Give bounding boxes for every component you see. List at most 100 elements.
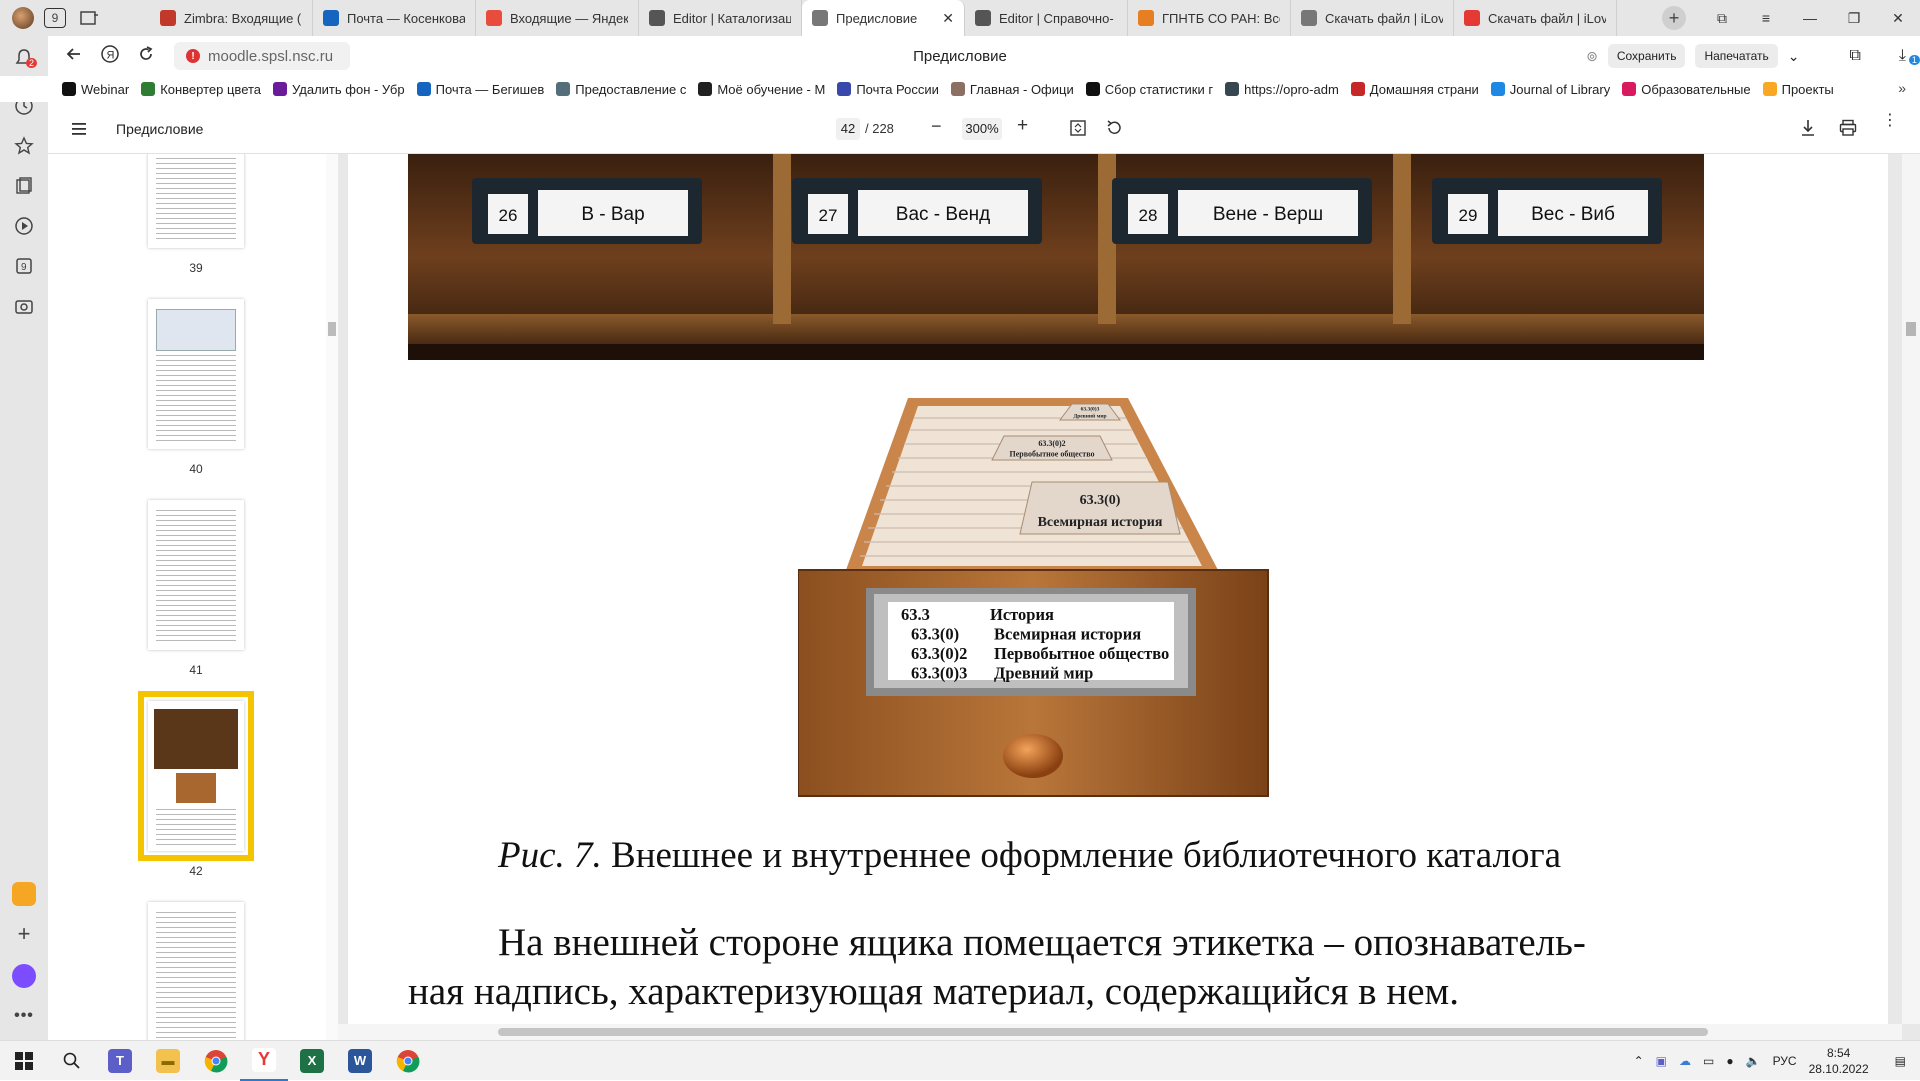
thumbnail-page-number: 42	[189, 864, 203, 878]
bookmark-item[interactable]: Journal of Library	[1490, 82, 1610, 97]
teams-tray-icon[interactable]: ▣	[1656, 1054, 1667, 1068]
page-number-input[interactable]: 42	[836, 118, 860, 140]
browser-tab[interactable]: Скачать файл | iLov	[1454, 0, 1617, 36]
bookmark-item[interactable]: Сбор статистики г	[1085, 82, 1213, 97]
profile-avatar[interactable]	[12, 7, 34, 29]
tab-manager-icon[interactable]: ⧉	[1700, 10, 1744, 27]
zoom-level[interactable]: 300%	[962, 118, 1002, 140]
network-icon[interactable]: ▭	[1703, 1054, 1714, 1068]
thumbnail-text-line	[156, 213, 236, 214]
zoom-in-icon[interactable]: +	[1017, 115, 1028, 137]
microphone-icon[interactable]: ●	[1726, 1054, 1733, 1068]
browser-tab[interactable]: Скачать файл | iLov	[1291, 0, 1454, 36]
windows-start-icon[interactable]	[0, 1041, 48, 1081]
browser-tab[interactable]: Zimbra: Входящие (	[150, 0, 313, 36]
bookmark-item[interactable]: Образовательные	[1622, 82, 1751, 97]
bookmark-item[interactable]: Главная - Офици	[950, 81, 1074, 97]
notifications-badge: 2	[26, 58, 38, 68]
thumbnail-text-line	[156, 625, 236, 626]
thumbnail-scrollbar[interactable]	[326, 154, 338, 1040]
word-icon[interactable]: W	[336, 1041, 384, 1081]
bookmark-item[interactable]: Предоставление с	[556, 82, 686, 97]
print-icon[interactable]	[1839, 119, 1857, 140]
new-tab-button[interactable]: +	[1662, 6, 1686, 30]
bookmark-item[interactable]: Проекты	[1762, 82, 1834, 97]
windows-taskbar: T ▬ Y X W ⌃ ▣ ☁ ▭ ● 🔈 РУС 8:54 28.10.202…	[0, 1040, 1920, 1081]
browser-tab[interactable]: Editor | Каталогизац	[639, 0, 802, 36]
rotate-icon[interactable]	[1106, 119, 1123, 139]
page-thumbnail[interactable]	[148, 500, 244, 650]
alice-assistant-icon[interactable]	[12, 964, 36, 988]
bookmark-label: Главная - Офици	[969, 81, 1074, 97]
close-tab-icon[interactable]: ✕	[942, 10, 954, 27]
teams-icon[interactable]: T	[96, 1041, 144, 1081]
tabs-sidebar-icon[interactable]: 9	[12, 254, 36, 278]
favorites-icon[interactable]	[12, 134, 36, 158]
close-window-button[interactable]: ✕	[1876, 10, 1920, 27]
url-field[interactable]: ! moodle.spsl.nsc.ru	[174, 42, 350, 70]
document-scrollbar-thumb[interactable]	[1906, 322, 1916, 336]
clock[interactable]: 8:54 28.10.2022	[1809, 1045, 1869, 1077]
menu-icon[interactable]: ≡	[1744, 10, 1788, 26]
bookmark-item[interactable]: Почта — Бегишев	[416, 82, 544, 97]
translate-icon[interactable]: ⊚	[1586, 48, 1598, 65]
reload-icon[interactable]	[128, 45, 164, 68]
page-thumbnail[interactable]	[148, 299, 244, 449]
notifications-icon[interactable]: 2	[12, 46, 38, 70]
bookmark-item[interactable]: Удалить фон - Убр	[273, 82, 405, 97]
tab-count-icon[interactable]: 9	[44, 8, 66, 28]
notification-center-icon[interactable]: ▤	[1895, 1054, 1906, 1068]
downloads-icon[interactable]: ⤓ 1	[1899, 47, 1920, 65]
collections-icon[interactable]	[76, 6, 102, 30]
screenshot-icon[interactable]	[12, 294, 36, 318]
chevron-up-icon[interactable]: ⌃	[1634, 1054, 1644, 1068]
excel-icon[interactable]: X	[288, 1041, 336, 1081]
browser-tab[interactable]: Editor | Справочно-	[965, 0, 1128, 36]
fit-page-icon[interactable]	[1070, 120, 1086, 139]
add-app-icon[interactable]: +	[12, 921, 36, 946]
more-options-icon[interactable]: ⋮	[1882, 113, 1898, 129]
save-button[interactable]: Сохранить	[1607, 44, 1686, 68]
extensions-icon[interactable]: ⧉	[1849, 47, 1860, 65]
chrome-icon[interactable]	[192, 1041, 240, 1081]
yandex-browser-icon[interactable]: Y	[240, 1041, 288, 1081]
volume-icon[interactable]: 🔈	[1746, 1054, 1761, 1068]
file-explorer-icon[interactable]: ▬	[144, 1041, 192, 1081]
page-thumbnail[interactable]	[148, 154, 244, 248]
bookmark-item[interactable]: Почта России	[837, 82, 939, 97]
browser-tab[interactable]: Входящие — Яндекс	[476, 0, 639, 36]
document-vertical-scrollbar[interactable]	[1902, 154, 1920, 1024]
browser-tab[interactable]: ГПНТБ СО РАН: Все	[1128, 0, 1291, 36]
print-button[interactable]: Напечатать	[1695, 44, 1778, 68]
bookmarks-overflow-icon[interactable]: »	[1898, 80, 1906, 96]
zoom-out-icon[interactable]: −	[931, 116, 942, 137]
language-indicator[interactable]: РУС	[1773, 1054, 1797, 1068]
bookmark-item[interactable]: Webinar	[62, 82, 129, 97]
insecure-warning-icon[interactable]: !	[186, 49, 200, 63]
page-thumbnail[interactable]	[138, 691, 254, 861]
search-icon[interactable]	[48, 1041, 96, 1081]
collections-sidebar-icon[interactable]	[12, 174, 36, 198]
bookmark-item[interactable]: Домашняя страни	[1350, 82, 1479, 97]
download-pdf-icon[interactable]	[1800, 119, 1816, 140]
back-icon[interactable]	[56, 45, 92, 68]
cloud-tray-icon[interactable]: ☁	[1679, 1054, 1691, 1068]
chrome-profile-icon[interactable]	[384, 1041, 432, 1081]
minimize-button[interactable]: —	[1788, 10, 1832, 26]
zen-app-icon[interactable]	[12, 882, 36, 906]
document-horizontal-scrollbar[interactable]	[338, 1024, 1902, 1040]
bookmark-item[interactable]: Моё обучение - M	[698, 82, 825, 97]
browser-tab[interactable]: Почта — Косенкова	[313, 0, 476, 36]
more-icon[interactable]: •••	[12, 1004, 36, 1028]
browser-tab[interactable]: Предисловие ✕	[802, 0, 965, 36]
bookmark-item[interactable]: https://opro-adm	[1225, 82, 1339, 97]
thumbnail-scrollbar-thumb[interactable]	[328, 322, 336, 336]
horizontal-scrollbar-thumb[interactable]	[498, 1028, 1708, 1036]
chevron-down-icon[interactable]: ⌄	[1788, 48, 1800, 65]
video-icon[interactable]	[12, 214, 36, 238]
yandex-logo-icon[interactable]: Я	[92, 44, 128, 69]
bookmark-item[interactable]: Конвертер цвета	[141, 82, 261, 97]
page-thumbnail[interactable]	[148, 902, 244, 1040]
maximize-button[interactable]: ❐	[1832, 10, 1876, 27]
hamburger-menu-icon[interactable]	[72, 122, 88, 139]
